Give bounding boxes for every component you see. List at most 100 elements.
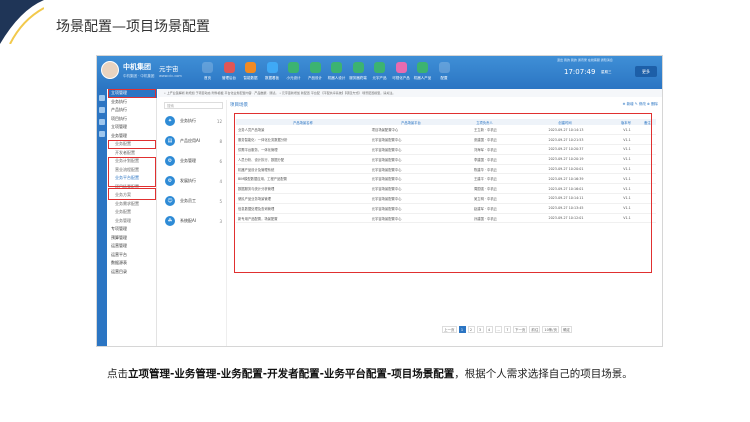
home-icon	[202, 62, 213, 73]
nav-item-4[interactable]: 小元设计	[283, 59, 304, 87]
category-label: 系统配AI	[180, 218, 196, 223]
sidebar-item[interactable]: 立项管理	[108, 89, 157, 98]
sidebar-item[interactable]: 项目执行	[108, 115, 157, 124]
nav-item-label: 智能数据	[243, 76, 258, 80]
top-links[interactable]: 退出 我的 我的 通讯录 在线客服 通知消息	[557, 58, 613, 62]
table-cell: 2023-09-27 10:20:37	[516, 144, 614, 155]
list-icon[interactable]	[99, 107, 105, 113]
table-row[interactable]: 人员分析、设计执行、数据分配 元宇宙场景配置中心 李建国 · 中机云 2023-09-…	[236, 154, 656, 165]
more-button[interactable]: 更多	[635, 66, 657, 77]
nav-item-8[interactable]: 元宇产品	[369, 59, 390, 87]
page-number-button[interactable]: 7	[503, 326, 511, 333]
universe-label: 元宇宙	[159, 65, 179, 73]
page-number-button[interactable]: ...	[494, 326, 502, 333]
table-cell: 元宇宙场景配置中心	[369, 183, 453, 195]
sidebar-item[interactable]: 营业流程配置	[108, 166, 157, 175]
sidebar-menu: 立项管理 业务执行 产品执行 项目执行 立项管理 业务管理 业务配置 开发者配置 业务计划配置营…	[108, 89, 157, 276]
notice-bar: • 上产业链解析 新增加 于项目动态 附件模板 平台化业务配置内容 · 产品数据…	[158, 89, 662, 97]
table-row[interactable]: 供需平台服务，一体化管理 元宇宙场景配置中心 刘海军 · 中机云 2023-09-27…	[236, 144, 656, 155]
nav-item-label: 配置	[440, 76, 448, 80]
category-count: 8	[219, 138, 222, 144]
gear-icon: ⚙	[165, 176, 175, 186]
chart-icon	[245, 62, 256, 73]
category-item[interactable]: ☺ 业务员工 5	[161, 191, 226, 211]
table-row[interactable]: 信息数据处理及查询管理 元宇宙场景配置中心 赵建军 · 中机云 2023-09-27 …	[236, 203, 656, 214]
nav-item-label: 服务器终端	[349, 76, 367, 80]
briefcase-icon	[223, 62, 235, 73]
page-number-button[interactable]: 1	[458, 326, 466, 333]
chart-icon[interactable]	[99, 119, 105, 125]
table-row[interactable]: 业务人员产品场景 项目场景配置中心 王立新 · 中机云 2023-09-27 10:1…	[236, 125, 656, 136]
table-cell: 机器产品设计及管理系统	[236, 164, 370, 175]
sidebar-item[interactable]: 专项管理	[108, 225, 157, 234]
sidebar-item[interactable]: 业务配置	[108, 140, 157, 149]
category-item[interactable]: ⚙ 发展执行 4	[161, 171, 226, 191]
nav-item-0[interactable]: 首页	[197, 59, 218, 87]
nav-item-9[interactable]: 可视化产品	[391, 59, 412, 87]
sidebar-item[interactable]: 运营管理	[108, 242, 157, 251]
home-icon[interactable]	[99, 95, 105, 101]
nav-item-6[interactable]: 机器人设计	[326, 59, 347, 87]
table-row[interactable]: 新专用产品配置，场景配置 元宇宙场景配置中心 孙建国 · 中机云 2023-09-27…	[236, 213, 656, 224]
category-item[interactable]: ✦ 业务执行 12	[161, 111, 226, 131]
sidebar-item[interactable]: 业务需求配置	[108, 200, 157, 209]
table-row[interactable]: 机器产品设计及管理系统 元宇宙场景配置中心 陈建华 · 中机云 2023-09-27 …	[236, 164, 656, 175]
sidebar-item[interactable]: 项目场景配置	[108, 183, 157, 192]
sidebar-item[interactable]: 业务方案	[108, 191, 157, 200]
sidebar-item[interactable]: 产品执行	[108, 106, 157, 115]
next-page-button[interactable]: 下一页	[512, 326, 528, 333]
sidebar-item[interactable]: 开发者配置	[108, 149, 157, 158]
sidebar-item[interactable]: 数据源表	[108, 259, 157, 268]
table-row[interactable]: 便民产品业务场景管理 元宇宙场景配置中心 吴立明 · 中机云 2023-09-27 1…	[236, 193, 656, 204]
page-title: 场景配置—项目场景配置	[56, 19, 210, 35]
user-avatar[interactable]	[101, 61, 119, 79]
sidebar-item[interactable]: 运营平台	[108, 251, 157, 260]
robot-icon	[331, 62, 342, 73]
person-icon: ☺	[165, 196, 175, 206]
nav-item-3[interactable]: 数据看板	[262, 59, 283, 87]
category-search-input[interactable]: 搜索	[164, 102, 223, 109]
nav-item-1[interactable]: 管理后台	[219, 59, 240, 87]
bot-icon	[417, 62, 428, 73]
nav-item-11[interactable]: 配置	[434, 59, 455, 87]
nav-item-10[interactable]: 机器人产品	[412, 59, 433, 87]
universe-sub: www.cic.com	[159, 74, 182, 78]
category-item[interactable]: ☘ 系统配AI 3	[161, 211, 226, 231]
prev-page-button[interactable]: 上一页	[442, 326, 457, 333]
table-cell	[638, 183, 656, 195]
category-count: 3	[219, 218, 222, 224]
table-cell: 陈建华 · 中机云	[452, 164, 517, 175]
sidebar-item[interactable]: 业务平台配置	[108, 174, 157, 183]
category-item[interactable]: ⚙ 业务管理 6	[161, 151, 226, 171]
category-count: 6	[219, 158, 222, 164]
jump-button[interactable]: 确定	[560, 326, 572, 333]
product-icon	[309, 62, 321, 73]
page-size-select[interactable]: 10条/页	[542, 326, 559, 333]
table-row[interactable]: 数据服务与统计分析管理 元宇宙场景配置中心 周国强 · 中机云 2023-09-27 …	[236, 183, 656, 195]
nav-item-7[interactable]: 服务器终端	[348, 59, 369, 87]
sidebar-item[interactable]: 业务计划配置	[108, 157, 157, 166]
sidebar-item[interactable]: 业务执行	[108, 98, 157, 107]
table-cell: 元宇宙场景配置中心	[369, 213, 453, 224]
nav-item-5[interactable]: 产品设计	[305, 59, 326, 87]
sidebar-item[interactable]: 业务管理	[108, 217, 157, 226]
sidebar-item[interactable]: 立项管理	[108, 123, 157, 132]
category-label: 业务员工	[180, 198, 196, 203]
page-number-button[interactable]: 3	[476, 326, 484, 333]
table-row[interactable]: BIM模型数据应用，工程产品配置 元宇宙场景配置中心 王建平 · 中机云 2023-0…	[236, 173, 656, 185]
page-number-button[interactable]: 2	[467, 326, 475, 333]
nav-item-2[interactable]: 智能数据	[240, 59, 261, 87]
table-cell: 元宇宙场景配置中心	[369, 154, 453, 165]
table-cell: 王建平 · 中机云	[452, 173, 517, 185]
sidebar-item[interactable]: 业务管理	[108, 132, 157, 141]
doc-icon: ▤	[165, 136, 175, 146]
table-cell: 2023-09-27 10:16:39	[516, 173, 614, 185]
user-icon[interactable]	[99, 131, 105, 137]
page-number-button[interactable]: 4	[485, 326, 493, 333]
table-row[interactable]: 服务智能化：一体化业务数据分析 元宇宙场景配置中心 张建国 · 中机云 2023-09…	[236, 134, 656, 146]
content-toolbar[interactable]: ⊕ 新增 ✎ 修改 ⊗ 删除	[623, 102, 658, 107]
sidebar-item[interactable]: 预算管理	[108, 234, 157, 243]
sidebar-item[interactable]: 业务配置	[108, 208, 157, 217]
category-item[interactable]: ▤ 产品应用AI 8	[161, 131, 226, 151]
sidebar-item[interactable]: 运营目录	[108, 268, 157, 277]
